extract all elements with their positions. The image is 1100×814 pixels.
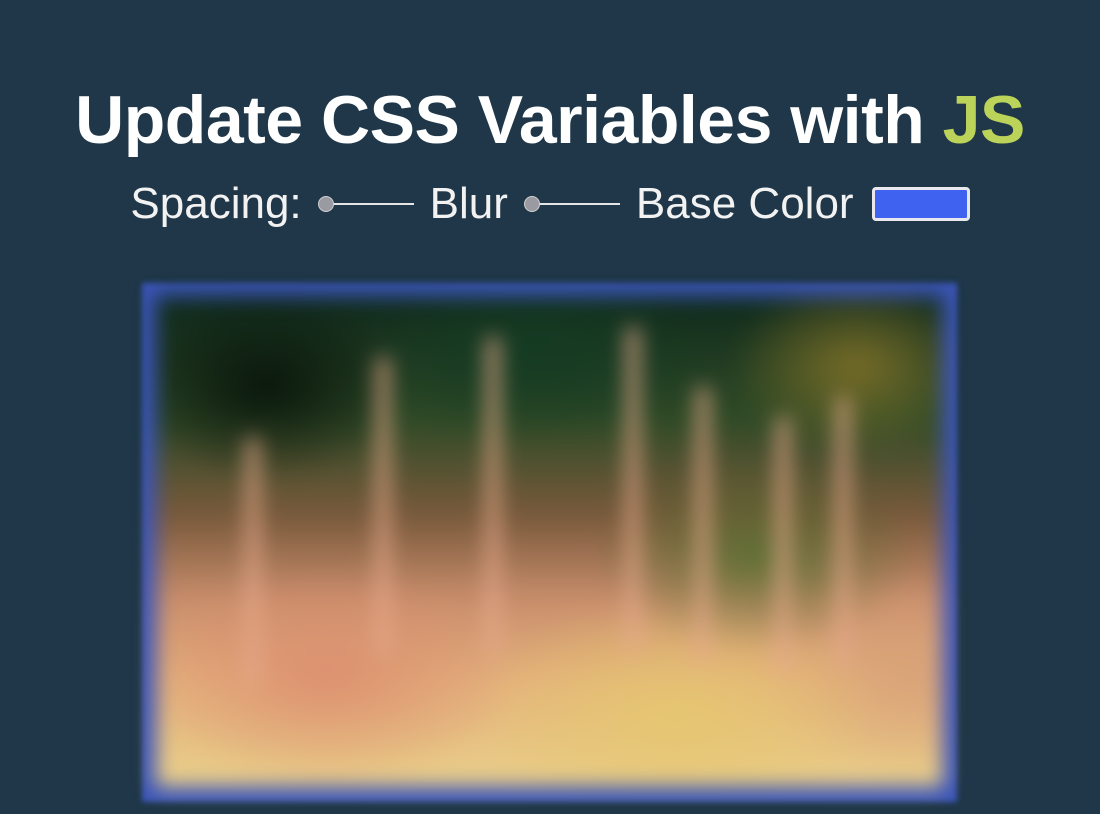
blur-slider[interactable] <box>523 194 620 214</box>
blur-slider-track <box>531 203 620 205</box>
image-stalk <box>626 326 640 656</box>
page: Update CSS Variables with JS Spacing: Bl… <box>0 0 1100 814</box>
image-stalk <box>486 336 500 656</box>
blur-label: Blur <box>429 179 508 228</box>
controls-bar: Spacing: Blur Base Color <box>0 176 1100 232</box>
blur-slider-thumb[interactable] <box>523 196 540 212</box>
image-stalk <box>836 396 850 666</box>
image-stalk <box>696 386 710 666</box>
title-highlight: JS <box>942 81 1026 158</box>
blurred-grass-image <box>156 296 943 787</box>
base-color-picker[interactable] <box>871 187 970 221</box>
spacing-slider-track <box>325 203 414 205</box>
base-color-label: Base Color <box>635 179 854 228</box>
image-stalk <box>776 416 790 676</box>
page-title: Update CSS Variables with JS <box>0 78 1100 162</box>
spacing-label: Spacing: <box>130 179 302 228</box>
spacing-slider[interactable] <box>317 194 414 214</box>
image-stalk <box>376 356 390 656</box>
spacing-slider-thumb[interactable] <box>317 196 334 212</box>
title-main: Update CSS Variables with <box>75 81 925 158</box>
image-stalk <box>246 436 260 686</box>
